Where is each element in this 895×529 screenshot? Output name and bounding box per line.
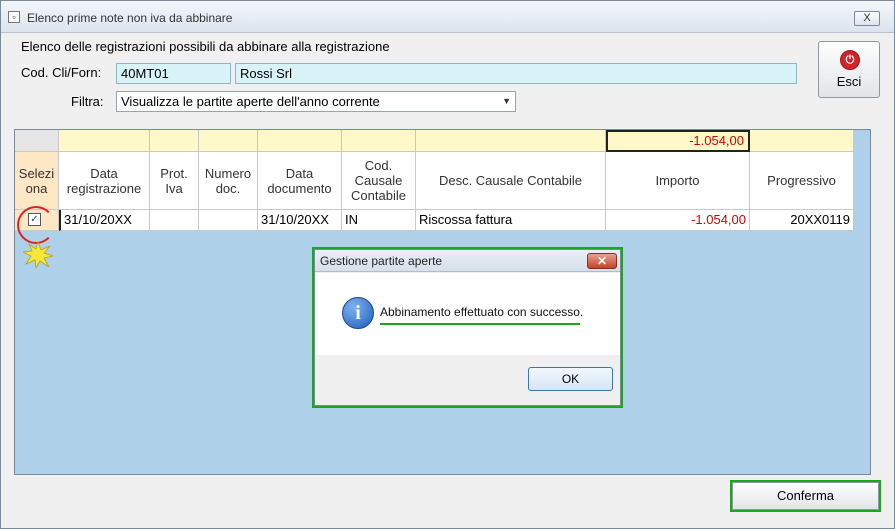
cell-prot-iva[interactable]: [150, 210, 199, 231]
filter-select[interactable]: Visualizza le partite aperte dell'anno c…: [116, 91, 516, 112]
header-seleziona[interactable]: Selezi ona: [15, 152, 59, 210]
dialog-title-bar: Gestione partite aperte ✕: [315, 250, 620, 272]
cell-cod-causale[interactable]: IN: [342, 210, 416, 231]
filter-select-value: Visualizza le partite aperte dell'anno c…: [121, 94, 380, 109]
cell-progressivo[interactable]: 20XX0119: [750, 210, 854, 231]
cell-data-registrazione[interactable]: 31/10/20XX: [59, 210, 150, 231]
esci-label: Esci: [836, 74, 862, 89]
window-title: Elenco prime note non iva da abbinare: [27, 11, 233, 25]
main-window: ▫ Elenco prime note non iva da abbinare …: [0, 0, 895, 529]
highlight-circle: [17, 206, 55, 244]
info-icon: i: [342, 297, 374, 329]
dialog-message: Abbinamento effettuato con successo.: [380, 305, 584, 319]
cell-desc-causale[interactable]: Riscossa fattura: [416, 210, 606, 231]
cell-numero-doc[interactable]: [199, 210, 258, 231]
header-data-registrazione[interactable]: Data registrazione: [59, 152, 150, 210]
total-cell: [342, 130, 416, 152]
total-cell: [416, 130, 606, 152]
total-cell: [258, 130, 342, 152]
filter-label: Filtra:: [71, 94, 104, 109]
total-cell: [59, 130, 150, 152]
header-prot-iva[interactable]: Prot. Iva: [150, 152, 199, 210]
power-icon: ⏻: [840, 50, 860, 70]
window-close-button[interactable]: X: [854, 11, 880, 26]
total-row-indicator: [15, 130, 59, 152]
chevron-down-icon: ▼: [502, 96, 511, 106]
header-progressivo[interactable]: Progressivo: [750, 152, 854, 210]
cod-cli-name-field[interactable]: Rossi Srl: [235, 63, 797, 84]
dialog-body: i Abbinamento effettuato con successo.: [315, 273, 620, 355]
page-heading: Elenco delle registrazioni possibili da …: [21, 39, 390, 54]
total-cell: [150, 130, 199, 152]
header-cod-causale[interactable]: Cod. Causale Contabile: [342, 152, 416, 210]
title-bar: ▫ Elenco prime note non iva da abbinare …: [1, 1, 894, 33]
cod-cli-code-field[interactable]: 40MT01: [116, 63, 231, 84]
message-highlight-underline: [380, 323, 580, 325]
total-cell: [750, 130, 854, 152]
header-numero-doc[interactable]: Numero doc.: [199, 152, 258, 210]
dialog-close-button[interactable]: ✕: [587, 253, 617, 269]
click-burst-icon: [23, 242, 53, 268]
ok-button[interactable]: OK: [528, 367, 613, 391]
header-desc-causale[interactable]: Desc. Causale Contabile: [416, 152, 606, 210]
importo-total: -1.054,00: [606, 130, 750, 152]
header-data-documento[interactable]: Data documento: [258, 152, 342, 210]
total-cell: [199, 130, 258, 152]
dialog-title: Gestione partite aperte: [320, 254, 443, 268]
conferma-button[interactable]: Conferma: [732, 482, 879, 510]
header-importo[interactable]: Importo: [606, 152, 750, 210]
cell-data-documento[interactable]: 31/10/20XX: [258, 210, 342, 231]
window-icon: ▫: [8, 11, 20, 23]
cell-importo[interactable]: -1.054,00: [606, 210, 750, 231]
cod-cli-label: Cod. Cli/Forn:: [21, 65, 102, 80]
esci-button[interactable]: ⏻ Esci: [818, 41, 880, 98]
success-dialog: Gestione partite aperte ✕ i Abbinamento …: [314, 249, 621, 406]
